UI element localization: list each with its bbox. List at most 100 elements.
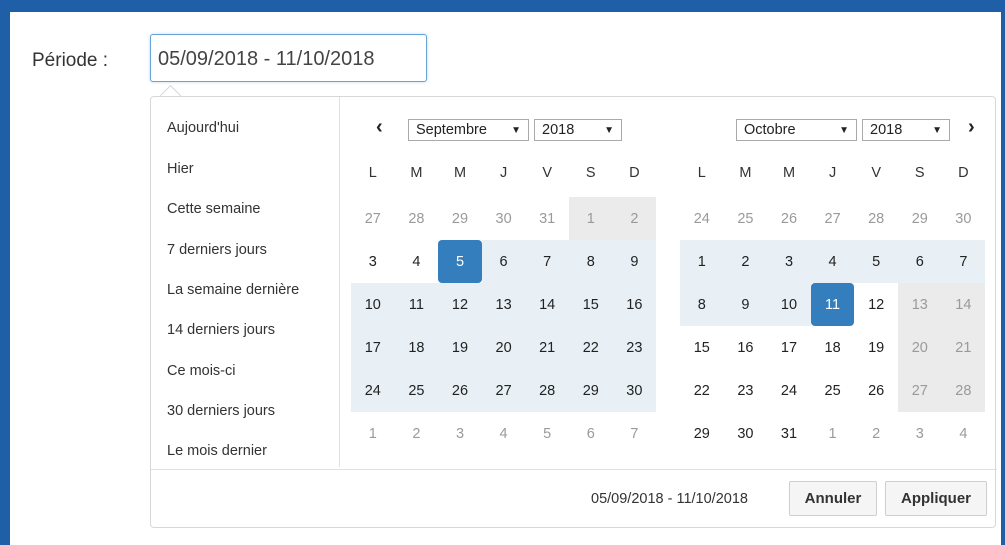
calendar-day[interactable]: 23: [724, 369, 768, 412]
apply-button[interactable]: Appliquer: [885, 481, 987, 516]
calendar-day[interactable]: 19: [438, 326, 482, 369]
calendar-day[interactable]: 24: [680, 197, 724, 240]
calendar-day[interactable]: 2: [723, 240, 768, 283]
calendar-day[interactable]: 6: [569, 412, 613, 455]
calendar-day[interactable]: 31: [767, 412, 811, 455]
calendar-day[interactable]: 17: [351, 326, 395, 369]
date-range-input[interactable]: 05/09/2018 - 11/10/2018: [150, 34, 427, 82]
calendar-day[interactable]: 30: [482, 197, 526, 240]
range-item[interactable]: La semaine dernière: [167, 282, 299, 298]
calendar-day[interactable]: 27: [351, 197, 395, 240]
year-select-left[interactable]: 2018 ▼: [534, 119, 622, 141]
calendar-day-selected[interactable]: 11: [810, 283, 855, 326]
calendar-day[interactable]: 29: [680, 412, 724, 455]
prev-month-icon[interactable]: ‹: [376, 117, 383, 137]
calendar-day[interactable]: 20: [481, 326, 526, 369]
calendar-day[interactable]: 9: [723, 283, 768, 326]
calendar-day[interactable]: 22: [680, 369, 724, 412]
calendar-day[interactable]: 27: [897, 369, 942, 412]
calendar-day[interactable]: 16: [724, 326, 768, 369]
calendar-day[interactable]: 28: [941, 369, 986, 412]
calendar-day[interactable]: 27: [811, 197, 855, 240]
month-select-right[interactable]: Octobre ▼: [736, 119, 857, 141]
calendar-day[interactable]: 24: [351, 369, 395, 412]
range-item[interactable]: Aujourd'hui: [167, 120, 239, 136]
calendar-day[interactable]: 3: [438, 412, 482, 455]
next-month-icon[interactable]: ›: [968, 117, 975, 137]
calendar-day[interactable]: 27: [481, 369, 526, 412]
calendar-day[interactable]: 16: [612, 283, 657, 326]
calendar-day[interactable]: 7: [941, 240, 986, 283]
calendar-day[interactable]: 3: [767, 240, 811, 283]
calendar-day[interactable]: 23: [612, 326, 657, 369]
calendar-day[interactable]: 4: [482, 412, 526, 455]
calendar-day[interactable]: 5: [525, 412, 569, 455]
calendar-day[interactable]: 1: [811, 412, 855, 455]
calendar-day[interactable]: 4: [810, 240, 855, 283]
calendar-day[interactable]: 14: [525, 283, 569, 326]
calendar-day[interactable]: 26: [438, 369, 482, 412]
calendar-day[interactable]: 17: [767, 326, 811, 369]
calendar-day[interactable]: 28: [395, 197, 439, 240]
range-item[interactable]: 7 derniers jours: [167, 242, 267, 258]
calendar-day[interactable]: 15: [680, 326, 724, 369]
calendar-day[interactable]: 8: [680, 283, 724, 326]
calendar-day[interactable]: 6: [481, 240, 526, 283]
calendar-day[interactable]: 1: [351, 412, 395, 455]
year-select-right[interactable]: 2018 ▼: [862, 119, 950, 141]
calendar-day[interactable]: 29: [898, 197, 942, 240]
calendar-day[interactable]: 2: [612, 197, 657, 240]
calendar-day[interactable]: 30: [724, 412, 768, 455]
calendar-day[interactable]: 18: [394, 326, 439, 369]
range-item[interactable]: Ce mois-ci: [167, 363, 235, 379]
calendar-day[interactable]: 7: [525, 240, 569, 283]
calendar-day[interactable]: 25: [724, 197, 768, 240]
calendar-day[interactable]: 9: [612, 240, 657, 283]
cancel-button[interactable]: Annuler: [789, 481, 877, 516]
range-item[interactable]: Hier: [167, 161, 194, 177]
calendar-day[interactable]: 4: [942, 412, 986, 455]
month-select-left[interactable]: Septembre ▼: [408, 119, 529, 141]
calendar-day[interactable]: 28: [525, 369, 569, 412]
calendar-day[interactable]: 2: [854, 412, 898, 455]
calendar-day[interactable]: 1: [568, 197, 613, 240]
range-item[interactable]: 14 derniers jours: [167, 322, 275, 338]
calendar-day[interactable]: 21: [941, 326, 986, 369]
calendar-day[interactable]: 28: [854, 197, 898, 240]
calendar-day[interactable]: 12: [438, 283, 482, 326]
calendar-day[interactable]: 31: [525, 197, 569, 240]
calendar-day[interactable]: 22: [568, 326, 613, 369]
calendar-day[interactable]: 13: [481, 283, 526, 326]
calendar-day[interactable]: 18: [811, 326, 855, 369]
calendar-day[interactable]: 3: [351, 240, 395, 283]
calendar-day[interactable]: 30: [612, 369, 657, 412]
calendar-day[interactable]: 13: [897, 283, 942, 326]
calendar-day[interactable]: 4: [395, 240, 439, 283]
calendar-day[interactable]: 19: [854, 326, 898, 369]
calendar-day[interactable]: 21: [525, 326, 569, 369]
calendar-day[interactable]: 2: [395, 412, 439, 455]
calendar-day[interactable]: 25: [811, 369, 855, 412]
calendar-day[interactable]: 30: [942, 197, 986, 240]
calendar-day[interactable]: 7: [613, 412, 657, 455]
calendar-day[interactable]: 20: [897, 326, 942, 369]
range-item[interactable]: Cette semaine: [167, 201, 261, 217]
calendar-day[interactable]: 12: [854, 283, 898, 326]
calendar-day[interactable]: 10: [351, 283, 395, 326]
calendar-day[interactable]: 11: [394, 283, 439, 326]
calendar-day[interactable]: 29: [438, 197, 482, 240]
range-item[interactable]: Le mois dernier: [167, 443, 267, 459]
calendar-day[interactable]: 26: [854, 369, 898, 412]
calendar-day[interactable]: 14: [941, 283, 986, 326]
calendar-day[interactable]: 3: [898, 412, 942, 455]
range-item[interactable]: 30 derniers jours: [167, 403, 275, 419]
calendar-day[interactable]: 29: [568, 369, 613, 412]
calendar-day[interactable]: 8: [568, 240, 613, 283]
calendar-day[interactable]: 25: [394, 369, 439, 412]
calendar-day[interactable]: 26: [767, 197, 811, 240]
calendar-day[interactable]: 15: [568, 283, 613, 326]
calendar-day-selected[interactable]: 5: [438, 240, 482, 283]
calendar-day[interactable]: 10: [767, 283, 811, 326]
calendar-day[interactable]: 5: [854, 240, 898, 283]
calendar-day[interactable]: 6: [897, 240, 942, 283]
